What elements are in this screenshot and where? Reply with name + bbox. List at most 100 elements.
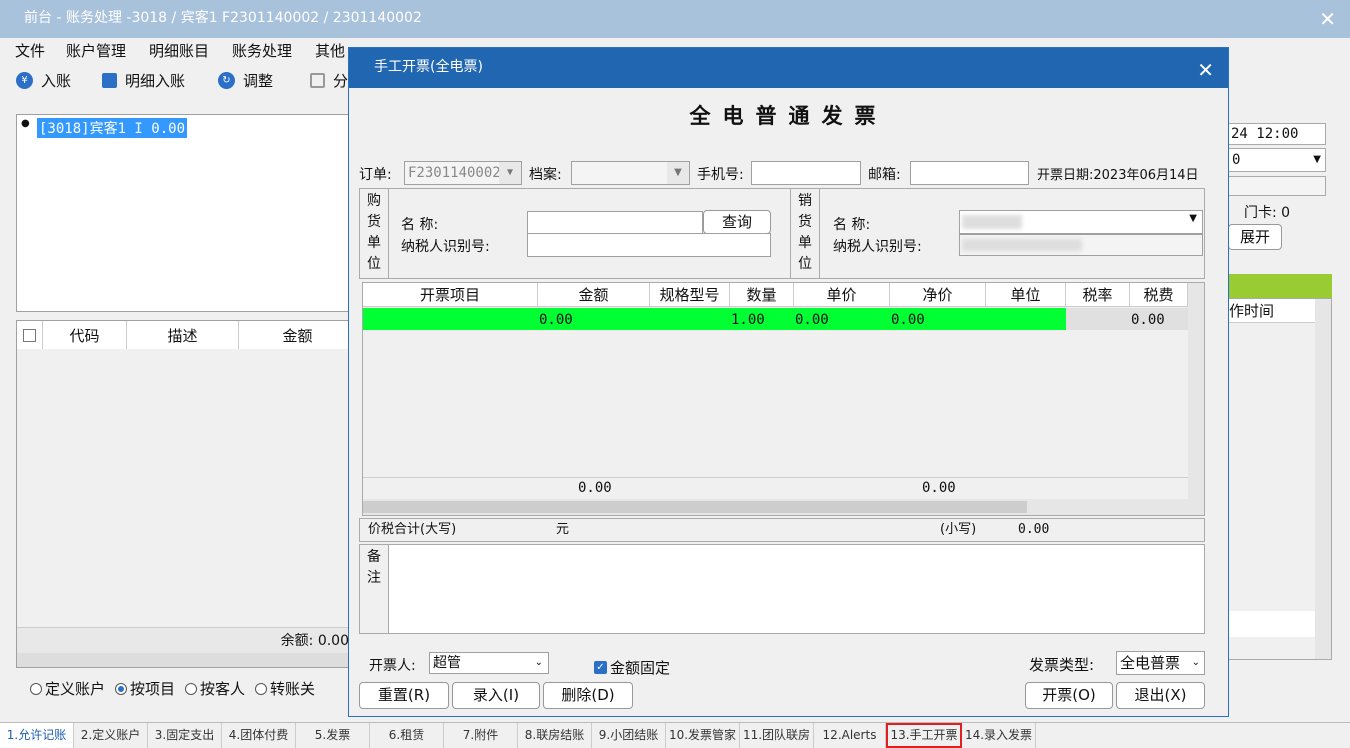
row-tax[interactable]: 0.00 — [1130, 309, 1165, 331]
query-button[interactable]: 查询 — [703, 210, 771, 234]
col-spec[interactable]: 规格型号 — [650, 283, 730, 307]
invoice-type-select[interactable]: 全电普票 ⌄ — [1116, 651, 1205, 675]
radio-by-item[interactable]: 按项目 — [115, 678, 175, 699]
tab-linked-room-checkout[interactable]: 8.联房结账 — [518, 723, 592, 748]
right-select[interactable]: 0 ▼ — [1228, 148, 1326, 172]
row-unit-price[interactable]: 0.00 — [794, 309, 829, 331]
buyer-taxid-input[interactable] — [527, 233, 771, 257]
balance-row: 余额: 0.00 — [17, 627, 355, 653]
detail-post-button[interactable]: 明细入账 — [102, 70, 185, 91]
delete-button[interactable]: 删除(D) — [543, 682, 633, 709]
radio-define-account[interactable]: 定义账户 — [30, 678, 105, 699]
small-caps-label: (小写) — [940, 522, 977, 537]
dialog-close-icon[interactable]: ✕ — [1197, 58, 1214, 82]
amount-fixed-checkbox[interactable]: ✓ 金额固定 — [594, 657, 670, 678]
tab-attachment[interactable]: 7.附件 — [444, 723, 518, 748]
tab-manual-invoice[interactable]: 13.手工开票 — [886, 723, 962, 748]
date-value: 2023年06月14日 — [1093, 168, 1199, 183]
window-title: 前台 - 账务处理 -3018 / 宾客1 F2301140002 / 2301… — [24, 10, 422, 26]
account-tree: ● [3018]宾客1 I 0.00 — [16, 114, 356, 312]
radio-by-guest[interactable]: 按客人 — [185, 678, 245, 699]
file-select[interactable]: ▼ — [571, 161, 690, 185]
dialog-title-bar: 手工开票(全电票) — [349, 48, 1228, 88]
menu-other[interactable]: 其他 — [315, 40, 345, 61]
issuer-select[interactable]: 超管 ⌄ — [429, 652, 549, 674]
menu-billing[interactable]: 账务处理 — [232, 40, 292, 61]
horizontal-scrollbar[interactable] — [17, 653, 355, 667]
order-select[interactable]: F2301140002 ▼ — [404, 161, 522, 185]
reset-button[interactable]: 重置(R) — [359, 682, 449, 709]
split-button[interactable]: 分 — [310, 70, 348, 91]
tree-item-guest[interactable]: [3018]宾客1 I 0.00 — [37, 118, 188, 138]
buyer-vertical-label: 购货单位 — [359, 188, 389, 279]
post-button[interactable]: ¥ 入账 — [16, 70, 71, 91]
right-vertical-scrollbar[interactable] — [1315, 299, 1331, 659]
tab-team-linked-room[interactable]: 11.团队联房 — [740, 723, 814, 748]
row-quantity[interactable]: 1.00 — [730, 309, 765, 331]
tab-enter-invoice[interactable]: 14.录入发票 — [962, 723, 1036, 748]
time-field[interactable]: 24 12:00 — [1228, 123, 1326, 145]
window-title-bar: 前台 - 账务处理 -3018 / 宾客1 F2301140002 / 2301… — [0, 0, 1350, 38]
col-tax-rate[interactable]: 税率 — [1066, 283, 1130, 307]
tab-allow-posting[interactable]: 1.允许记账 — [0, 723, 74, 748]
balance-value: 余额: 0.00 — [280, 633, 349, 649]
menu-account[interactable]: 账户管理 — [66, 40, 126, 61]
tab-group-payment[interactable]: 4.团体付费 — [222, 723, 296, 748]
exit-button[interactable]: 退出(X) — [1116, 682, 1205, 709]
invoice-type-label: 发票类型: — [1029, 656, 1095, 674]
tax-total-line: 价税合计(大写) 元 (小写) 0.00 — [359, 518, 1205, 542]
right-grid-row — [1229, 611, 1315, 637]
date-label: 开票日期:2023年06月14日 — [1037, 168, 1199, 183]
small-caps-value: 0.00 — [1018, 522, 1050, 537]
right-disabled-field — [1228, 176, 1326, 196]
radio-transfer[interactable]: 转账关 — [255, 678, 315, 699]
tab-small-group-checkout[interactable]: 9.小团结账 — [592, 723, 666, 748]
tab-define-account[interactable]: 2.定义账户 — [74, 723, 148, 748]
bottom-tab-bar: 1.允许记账 2.定义账户 3.固定支出 4.团体付费 5.发票 6.租赁 7.… — [0, 722, 1350, 748]
select-all-checkbox[interactable] — [17, 321, 43, 349]
col-quantity[interactable]: 数量 — [730, 283, 794, 307]
col-net-price[interactable]: 净价 — [890, 283, 986, 307]
phone-input[interactable] — [751, 161, 861, 185]
sum-caps-label: 价税合计(大写) — [368, 522, 457, 537]
horizontal-scrollbar[interactable] — [363, 499, 1204, 515]
adjust-button[interactable]: ↻ 调整 — [218, 70, 273, 91]
door-card-label: 门卡: 0 — [1244, 205, 1291, 221]
menu-details[interactable]: 明细账目 — [149, 40, 209, 61]
row-net-price[interactable]: 0.00 — [890, 309, 925, 331]
file-label: 档案: — [529, 167, 562, 183]
tab-invoice-manager[interactable]: 10.发票管家 — [666, 723, 740, 748]
buyer-name-input[interactable] — [527, 211, 703, 235]
remark-vertical-label: 备注 — [359, 544, 389, 634]
right-green-bar — [1228, 274, 1332, 298]
phone-label: 手机号: — [697, 167, 744, 183]
issue-invoice-button[interactable]: 开票(O) — [1025, 682, 1113, 709]
col-tax[interactable]: 税费 — [1130, 283, 1188, 307]
col-code[interactable]: 代码 — [43, 321, 127, 349]
expand-button[interactable]: 展开 — [1228, 224, 1282, 250]
col-amount[interactable]: 金额 — [538, 283, 650, 307]
col-invoice-item[interactable]: 开票项目 — [363, 283, 538, 307]
row-amount[interactable]: 0.00 — [538, 309, 573, 331]
close-window-icon[interactable]: ✕ — [1319, 9, 1336, 29]
col-unit[interactable]: 单位 — [986, 283, 1066, 307]
tab-fixed-expense[interactable]: 3.固定支出 — [148, 723, 222, 748]
tab-alerts[interactable]: 12.Alerts — [814, 723, 886, 748]
invoice-heading: 全电普通发票 — [689, 103, 888, 128]
enter-button[interactable]: 录入(I) — [452, 682, 540, 709]
table-row[interactable] — [363, 308, 1066, 330]
col-unit-price[interactable]: 单价 — [794, 283, 890, 307]
remarks-area[interactable] — [359, 544, 1205, 634]
seller-name-select[interactable]: ▼ — [959, 210, 1203, 234]
totals-row: 0.00 0.00 — [363, 477, 1188, 499]
vertical-scrollbar[interactable] — [1188, 283, 1204, 499]
grouping-radio-group: 定义账户 按项目 按客人 转账关 — [30, 678, 315, 699]
col-op-time[interactable]: 作时间 — [1229, 299, 1315, 323]
menu-file[interactable]: 文件 — [15, 40, 45, 61]
col-description[interactable]: 描述 — [127, 321, 239, 349]
tab-lease[interactable]: 6.租赁 — [370, 723, 444, 748]
buyer-taxid-label: 纳税人识别号: — [401, 239, 490, 255]
email-input[interactable] — [910, 161, 1029, 185]
tab-invoice[interactable]: 5.发票 — [296, 723, 370, 748]
col-amount[interactable]: 金额 — [239, 321, 357, 349]
